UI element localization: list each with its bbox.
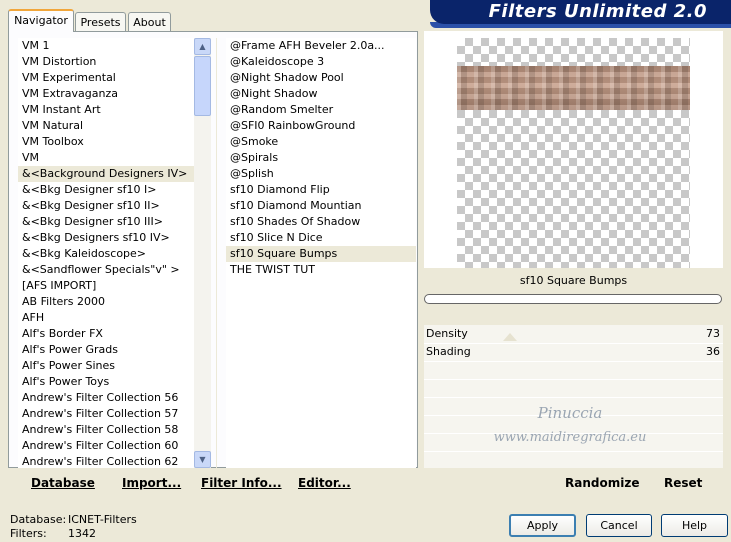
chevron-up-icon: ▲	[199, 42, 206, 51]
cancel-button[interactable]: Cancel	[586, 514, 652, 537]
filter-list[interactable]: @Frame AFH Beveler 2.0a... @Kaleidoscope …	[226, 38, 416, 468]
app-title-banner: Filters Unlimited 2.0	[430, 0, 731, 24]
help-button[interactable]: Help	[661, 514, 728, 537]
database-label: Database:	[10, 513, 67, 526]
list-item[interactable]: VM Natural	[18, 118, 194, 134]
import-button[interactable]: Import...	[122, 476, 181, 490]
list-item[interactable]: &<Bkg Designer sf10 I>	[18, 182, 194, 198]
list-item[interactable]: &<Bkg Kaleidoscope>	[18, 246, 194, 262]
list-item[interactable]: @Smoke	[226, 134, 416, 150]
editor-button[interactable]: Editor...	[298, 476, 351, 490]
list-item[interactable]: @Night Shadow	[226, 86, 416, 102]
list-item[interactable]: VM Extravaganza	[18, 86, 194, 102]
randomize-button[interactable]: Randomize	[565, 476, 639, 490]
preview-image	[457, 66, 690, 110]
progress-bar	[424, 294, 722, 304]
list-item[interactable]: Alf's Power Toys	[18, 374, 194, 390]
tab-about[interactable]: About	[128, 12, 171, 31]
list-item[interactable]: Andrew's Filter Collection 56	[18, 390, 194, 406]
list-item[interactable]: sf10 Slice N Dice	[226, 230, 416, 246]
list-item[interactable]: @Frame AFH Beveler 2.0a...	[226, 38, 416, 54]
list-item[interactable]: VM Experimental	[18, 70, 194, 86]
list-item[interactable]: &<Bkg Designers sf10 IV>	[18, 230, 194, 246]
filter-info-button[interactable]: Filter Info...	[201, 476, 282, 490]
database-button[interactable]: Database	[31, 476, 95, 490]
list-item[interactable]: &<Background Designers IV>	[18, 166, 194, 182]
scroll-down-button[interactable]: ▼	[194, 451, 211, 468]
slider-density[interactable]: Density 73	[424, 326, 723, 343]
watermark-line2: www.maidiregrafica.eu	[493, 430, 647, 445]
filters-count-label: Filters:	[10, 527, 47, 540]
scroll-thumb[interactable]	[194, 56, 211, 116]
apply-button[interactable]: Apply	[509, 514, 576, 537]
list-item[interactable]: [AFS IMPORT]	[18, 278, 194, 294]
list-item[interactable]: &<Sandflower Specials"v" >	[18, 262, 194, 278]
chevron-down-icon: ▼	[199, 455, 206, 464]
preview-filter-name: sf10 Square Bumps	[519, 274, 628, 287]
row-divider	[424, 397, 723, 398]
list-item[interactable]: Andrew's Filter Collection 62	[18, 454, 194, 468]
tab-label: About	[133, 16, 166, 29]
list-item[interactable]: @SFI0 RainbowGround	[226, 118, 416, 134]
list-item[interactable]: sf10 Diamond Flip	[226, 182, 416, 198]
list-item[interactable]: Alf's Border FX	[18, 326, 194, 342]
list-divider	[216, 38, 217, 468]
list-item[interactable]: THE TWIST TUT	[226, 262, 416, 278]
list-item[interactable]: Andrew's Filter Collection 58	[18, 422, 194, 438]
tab-navigator[interactable]: Navigator	[8, 9, 74, 32]
row-divider	[424, 379, 723, 380]
slider-label: Density	[426, 327, 468, 340]
row-divider	[424, 451, 723, 452]
list-item[interactable]: VM 1	[18, 38, 194, 54]
list-item[interactable]: sf10 Square Bumps	[226, 246, 416, 262]
category-scrollbar[interactable]: ▲ ▼	[194, 38, 211, 468]
list-item[interactable]: VM Toolbox	[18, 134, 194, 150]
list-item[interactable]: &<Bkg Designer sf10 II>	[18, 198, 194, 214]
list-item[interactable]: VM Instant Art	[18, 102, 194, 118]
list-item[interactable]: sf10 Shades Of Shadow	[226, 214, 416, 230]
row-divider	[424, 361, 723, 362]
scroll-up-button[interactable]: ▲	[194, 38, 211, 55]
list-item[interactable]: @Spirals	[226, 150, 416, 166]
list-item[interactable]: &<Bkg Designer sf10 III>	[18, 214, 194, 230]
tab-label: Presets	[80, 16, 121, 29]
tab-label: Navigator	[14, 14, 68, 27]
list-item[interactable]: @Kaleidoscope 3	[226, 54, 416, 70]
list-item[interactable]: @Night Shadow Pool	[226, 70, 416, 86]
category-list[interactable]: VM 1 VM Distortion VM Experimental VM Extra…	[18, 38, 194, 468]
watermark-line1: Pinuccia	[537, 404, 603, 422]
list-item[interactable]: Andrew's Filter Collection 57	[18, 406, 194, 422]
filters-count-value: 1342	[68, 527, 96, 540]
slider-value: 73	[706, 327, 720, 340]
slider-shading[interactable]: Shading 36	[424, 344, 723, 361]
reset-button[interactable]: Reset	[664, 476, 702, 490]
slider-label: Shading	[426, 345, 471, 358]
list-item[interactable]: Andrew's Filter Collection 60	[18, 438, 194, 454]
list-item[interactable]: Alf's Power Grads	[18, 342, 194, 358]
slider-value: 36	[706, 345, 720, 358]
list-item[interactable]: @Random Smelter	[226, 102, 416, 118]
list-item[interactable]: sf10 Diamond Mountian	[226, 198, 416, 214]
list-item[interactable]: Alf's Power Sines	[18, 358, 194, 374]
list-item[interactable]: @Splish	[226, 166, 416, 182]
list-item[interactable]: VM	[18, 150, 194, 166]
slider-thumb[interactable]	[503, 333, 517, 341]
database-value: ICNET-Filters	[68, 513, 137, 526]
list-item[interactable]: AFH	[18, 310, 194, 326]
tab-presets[interactable]: Presets	[75, 12, 126, 31]
list-item[interactable]: VM Distortion	[18, 54, 194, 70]
list-item[interactable]: AB Filters 2000	[18, 294, 194, 310]
